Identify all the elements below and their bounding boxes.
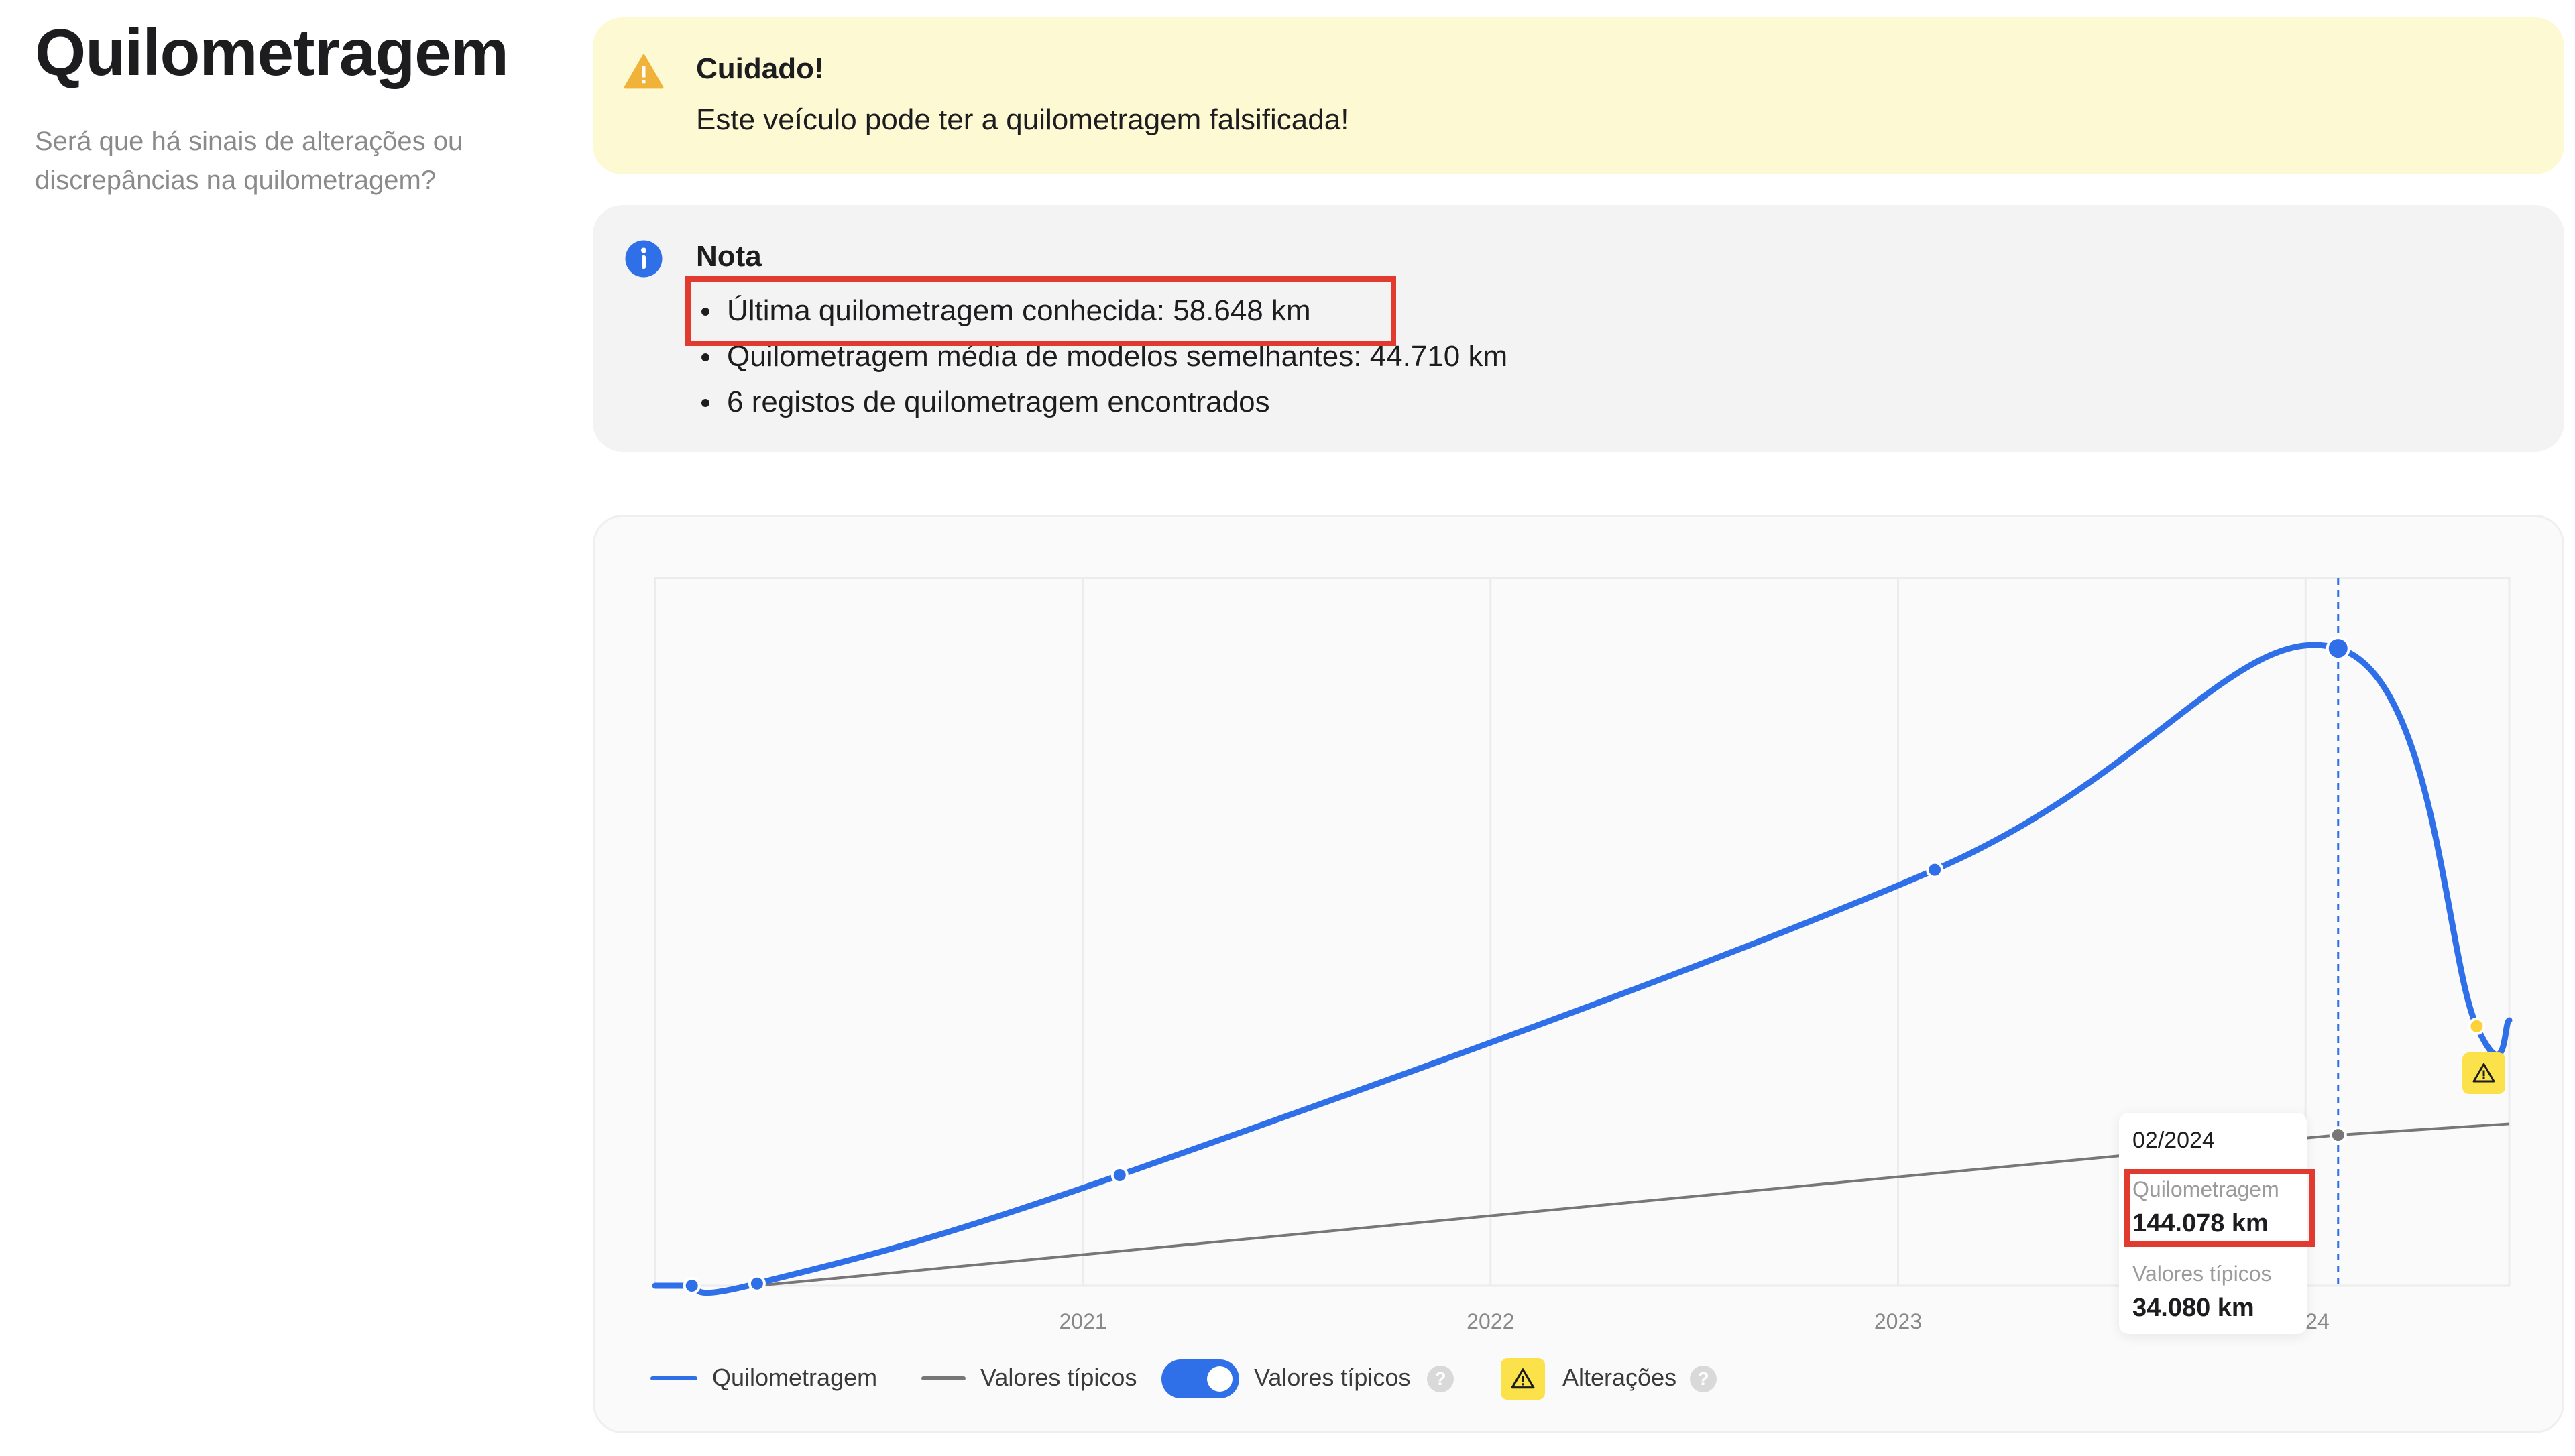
mileage-point (1110, 1166, 1129, 1184)
changes-legend-badge (1501, 1358, 1545, 1400)
typical-point (2329, 1126, 2347, 1144)
typical-help-icon[interactable]: ? (1427, 1366, 1454, 1392)
mileage-legend-swatch (650, 1376, 697, 1380)
typical-values-toggle[interactable] (1161, 1359, 1239, 1398)
toggle-knob (1207, 1366, 1233, 1392)
anomaly-point (2468, 1017, 2486, 1035)
tooltip-typical-value: 34.080 km (2132, 1294, 2254, 1322)
typical-legend-swatch (921, 1376, 966, 1380)
changes-help-icon[interactable]: ? (1690, 1366, 1717, 1392)
mileage-point (2326, 636, 2350, 661)
typical-legend-label[interactable]: Valores típicos (980, 1354, 1137, 1401)
chart-legend: Quilometragem Valores típicos Valores tí… (650, 1354, 1790, 1401)
mileage-point (748, 1274, 766, 1292)
changes-legend-label: Alterações (1562, 1363, 1677, 1391)
typical-toggle-label: Valores típicos (1254, 1363, 1411, 1391)
x-tick-label: 2023 (1874, 1309, 1922, 1333)
tooltip-date: 02/2024 (2132, 1128, 2215, 1153)
x-tick-label: 2021 (1059, 1309, 1106, 1333)
tooltip-mileage-highlight (2124, 1169, 2315, 1247)
tooltip-typical-label: Valores típicos (2132, 1262, 2272, 1286)
mileage-point (1926, 861, 1944, 879)
mileage-legend-label[interactable]: Quilometragem (712, 1354, 877, 1401)
mileage-point (683, 1277, 701, 1294)
x-tick-label: 2022 (1467, 1309, 1514, 1333)
warning-triangle-icon (1511, 1368, 1535, 1389)
warning-triangle-icon (2472, 1063, 2495, 1083)
change-warning-badge[interactable] (2462, 1052, 2505, 1094)
